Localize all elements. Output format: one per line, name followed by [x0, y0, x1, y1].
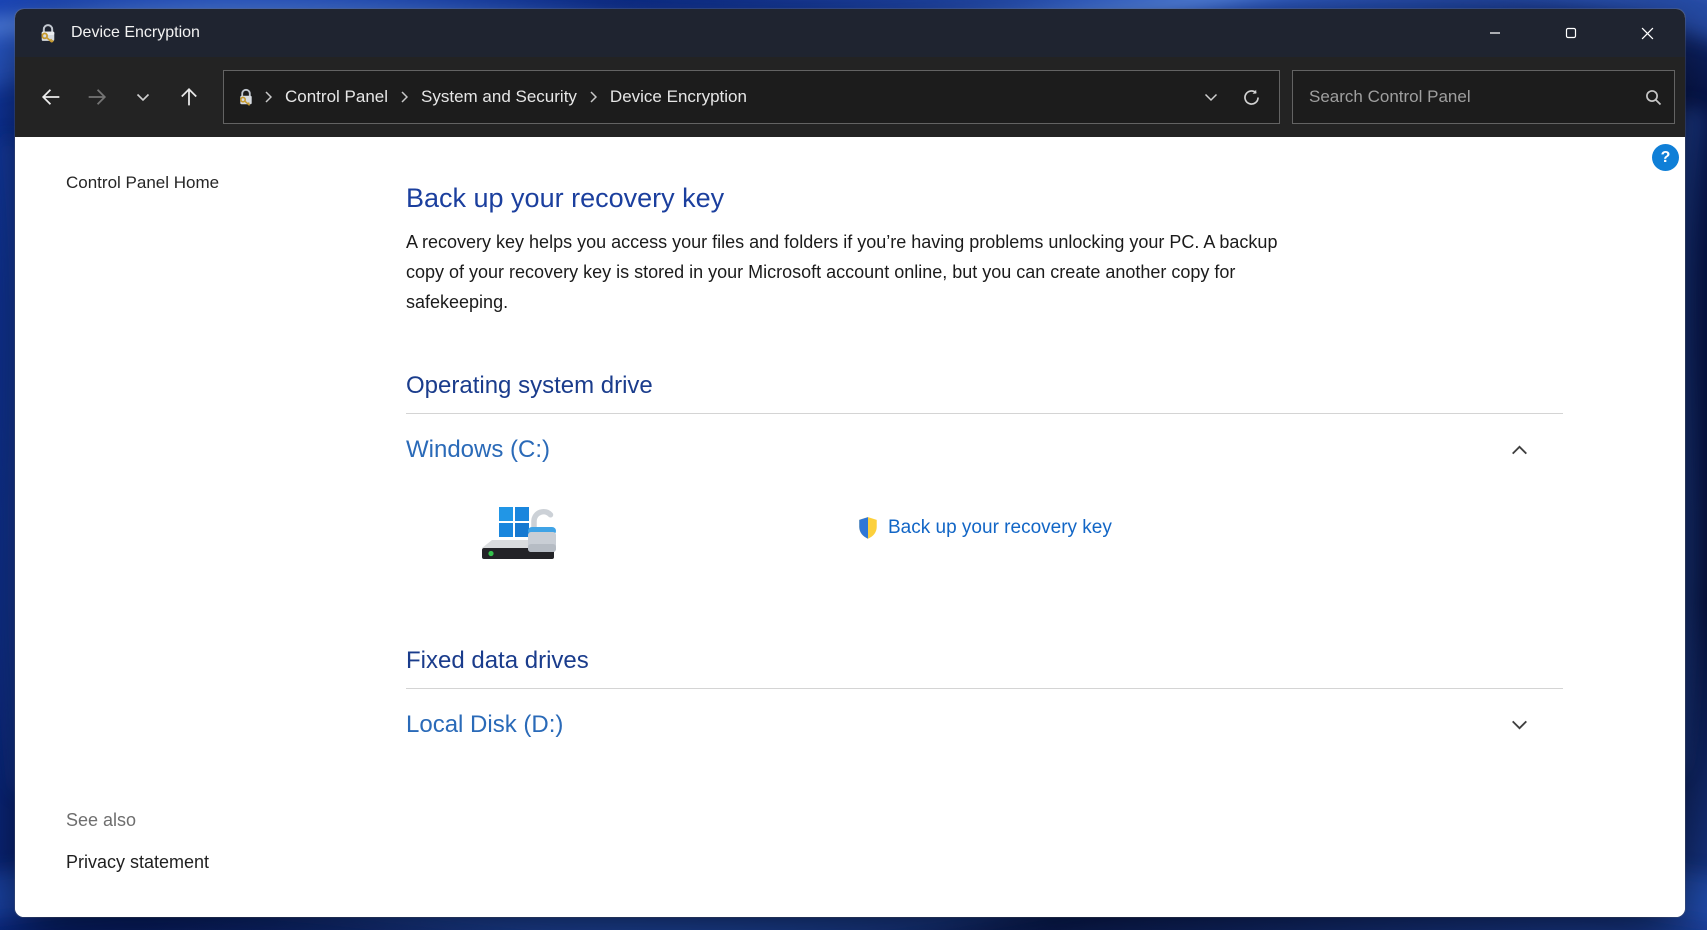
page-title: Back up your recovery key: [406, 181, 1563, 215]
privacy-statement-link[interactable]: Privacy statement: [66, 852, 209, 873]
forward-button[interactable]: [77, 77, 117, 117]
sidebar-item-control-panel-home[interactable]: Control Panel Home: [66, 173, 219, 193]
nav-buttons: [31, 77, 209, 117]
chevron-right-icon: [265, 91, 272, 103]
breadcrumb-control-panel[interactable]: Control Panel: [281, 85, 392, 109]
section-divider: [406, 413, 1563, 414]
section-fixed-data-drives: Fixed data drives Local Disk (D:): [406, 646, 1563, 741]
section-divider: [406, 688, 1563, 689]
sidebar-see-also-group: See also Privacy statement: [66, 810, 209, 873]
up-button[interactable]: [169, 77, 209, 117]
section-operating-system-drive: Operating system drive Windows (C:): [406, 371, 1563, 566]
backup-recovery-key-link[interactable]: Back up your recovery key: [888, 517, 1112, 539]
breadcrumb-device-encryption[interactable]: Device Encryption: [606, 85, 751, 109]
expand-chevron-down-icon[interactable]: [1505, 711, 1533, 739]
search-input[interactable]: [1307, 86, 1645, 108]
content-area: ? Control Panel Home See also Privacy st…: [15, 137, 1685, 917]
close-button[interactable]: [1609, 9, 1685, 57]
encrypted-os-drive-icon: [478, 494, 560, 562]
breadcrumb-system-and-security[interactable]: System and Security: [417, 85, 581, 109]
main-panel: Back up your recovery key A recovery key…: [406, 181, 1563, 741]
drive-details-windows-c: Back up your recovery key: [406, 490, 1563, 566]
search-box: [1292, 70, 1675, 124]
window-title: Device Encryption: [71, 24, 200, 42]
backup-action: Back up your recovery key: [857, 516, 1112, 540]
bitlocker-app-icon: [37, 22, 59, 44]
drive-name: Local Disk (D:): [406, 709, 563, 741]
breadcrumb-root-lock-icon: [236, 87, 256, 107]
chevron-right-icon: [401, 91, 408, 103]
drive-header-local-disk-d[interactable]: Local Disk (D:): [406, 709, 1563, 741]
titlebar: Device Encryption: [15, 9, 1685, 57]
navigation-toolbar: Control Panel System and Security Device…: [15, 57, 1685, 137]
section-title: Operating system drive: [406, 371, 1563, 401]
page-description: A recovery key helps you access your fil…: [406, 227, 1563, 317]
description-line: safekeeping.: [406, 287, 1563, 317]
back-button[interactable]: [31, 77, 71, 117]
recent-locations-chevron-icon[interactable]: [123, 77, 163, 117]
description-line: copy of your recovery key is stored in y…: [406, 257, 1563, 287]
control-panel-window: Device Encryption: [15, 9, 1685, 917]
maximize-button[interactable]: [1533, 9, 1609, 57]
uac-shield-icon: [857, 516, 879, 540]
address-bar[interactable]: Control Panel System and Security Device…: [223, 70, 1280, 124]
minimize-button[interactable]: [1457, 9, 1533, 57]
address-dropdown-chevron-icon[interactable]: [1191, 75, 1231, 119]
refresh-button[interactable]: [1231, 75, 1271, 119]
collapse-chevron-up-icon[interactable]: [1505, 436, 1533, 464]
section-title: Fixed data drives: [406, 646, 1563, 676]
drive-header-windows-c[interactable]: Windows (C:): [406, 434, 1563, 466]
help-button[interactable]: ?: [1652, 144, 1679, 171]
description-line: A recovery key helps you access your fil…: [406, 227, 1563, 257]
caption-buttons: [1457, 9, 1685, 57]
see-also-label: See also: [66, 810, 209, 831]
chevron-right-icon: [590, 91, 597, 103]
search-icon[interactable]: [1645, 89, 1662, 106]
drive-name: Windows (C:): [406, 434, 550, 466]
